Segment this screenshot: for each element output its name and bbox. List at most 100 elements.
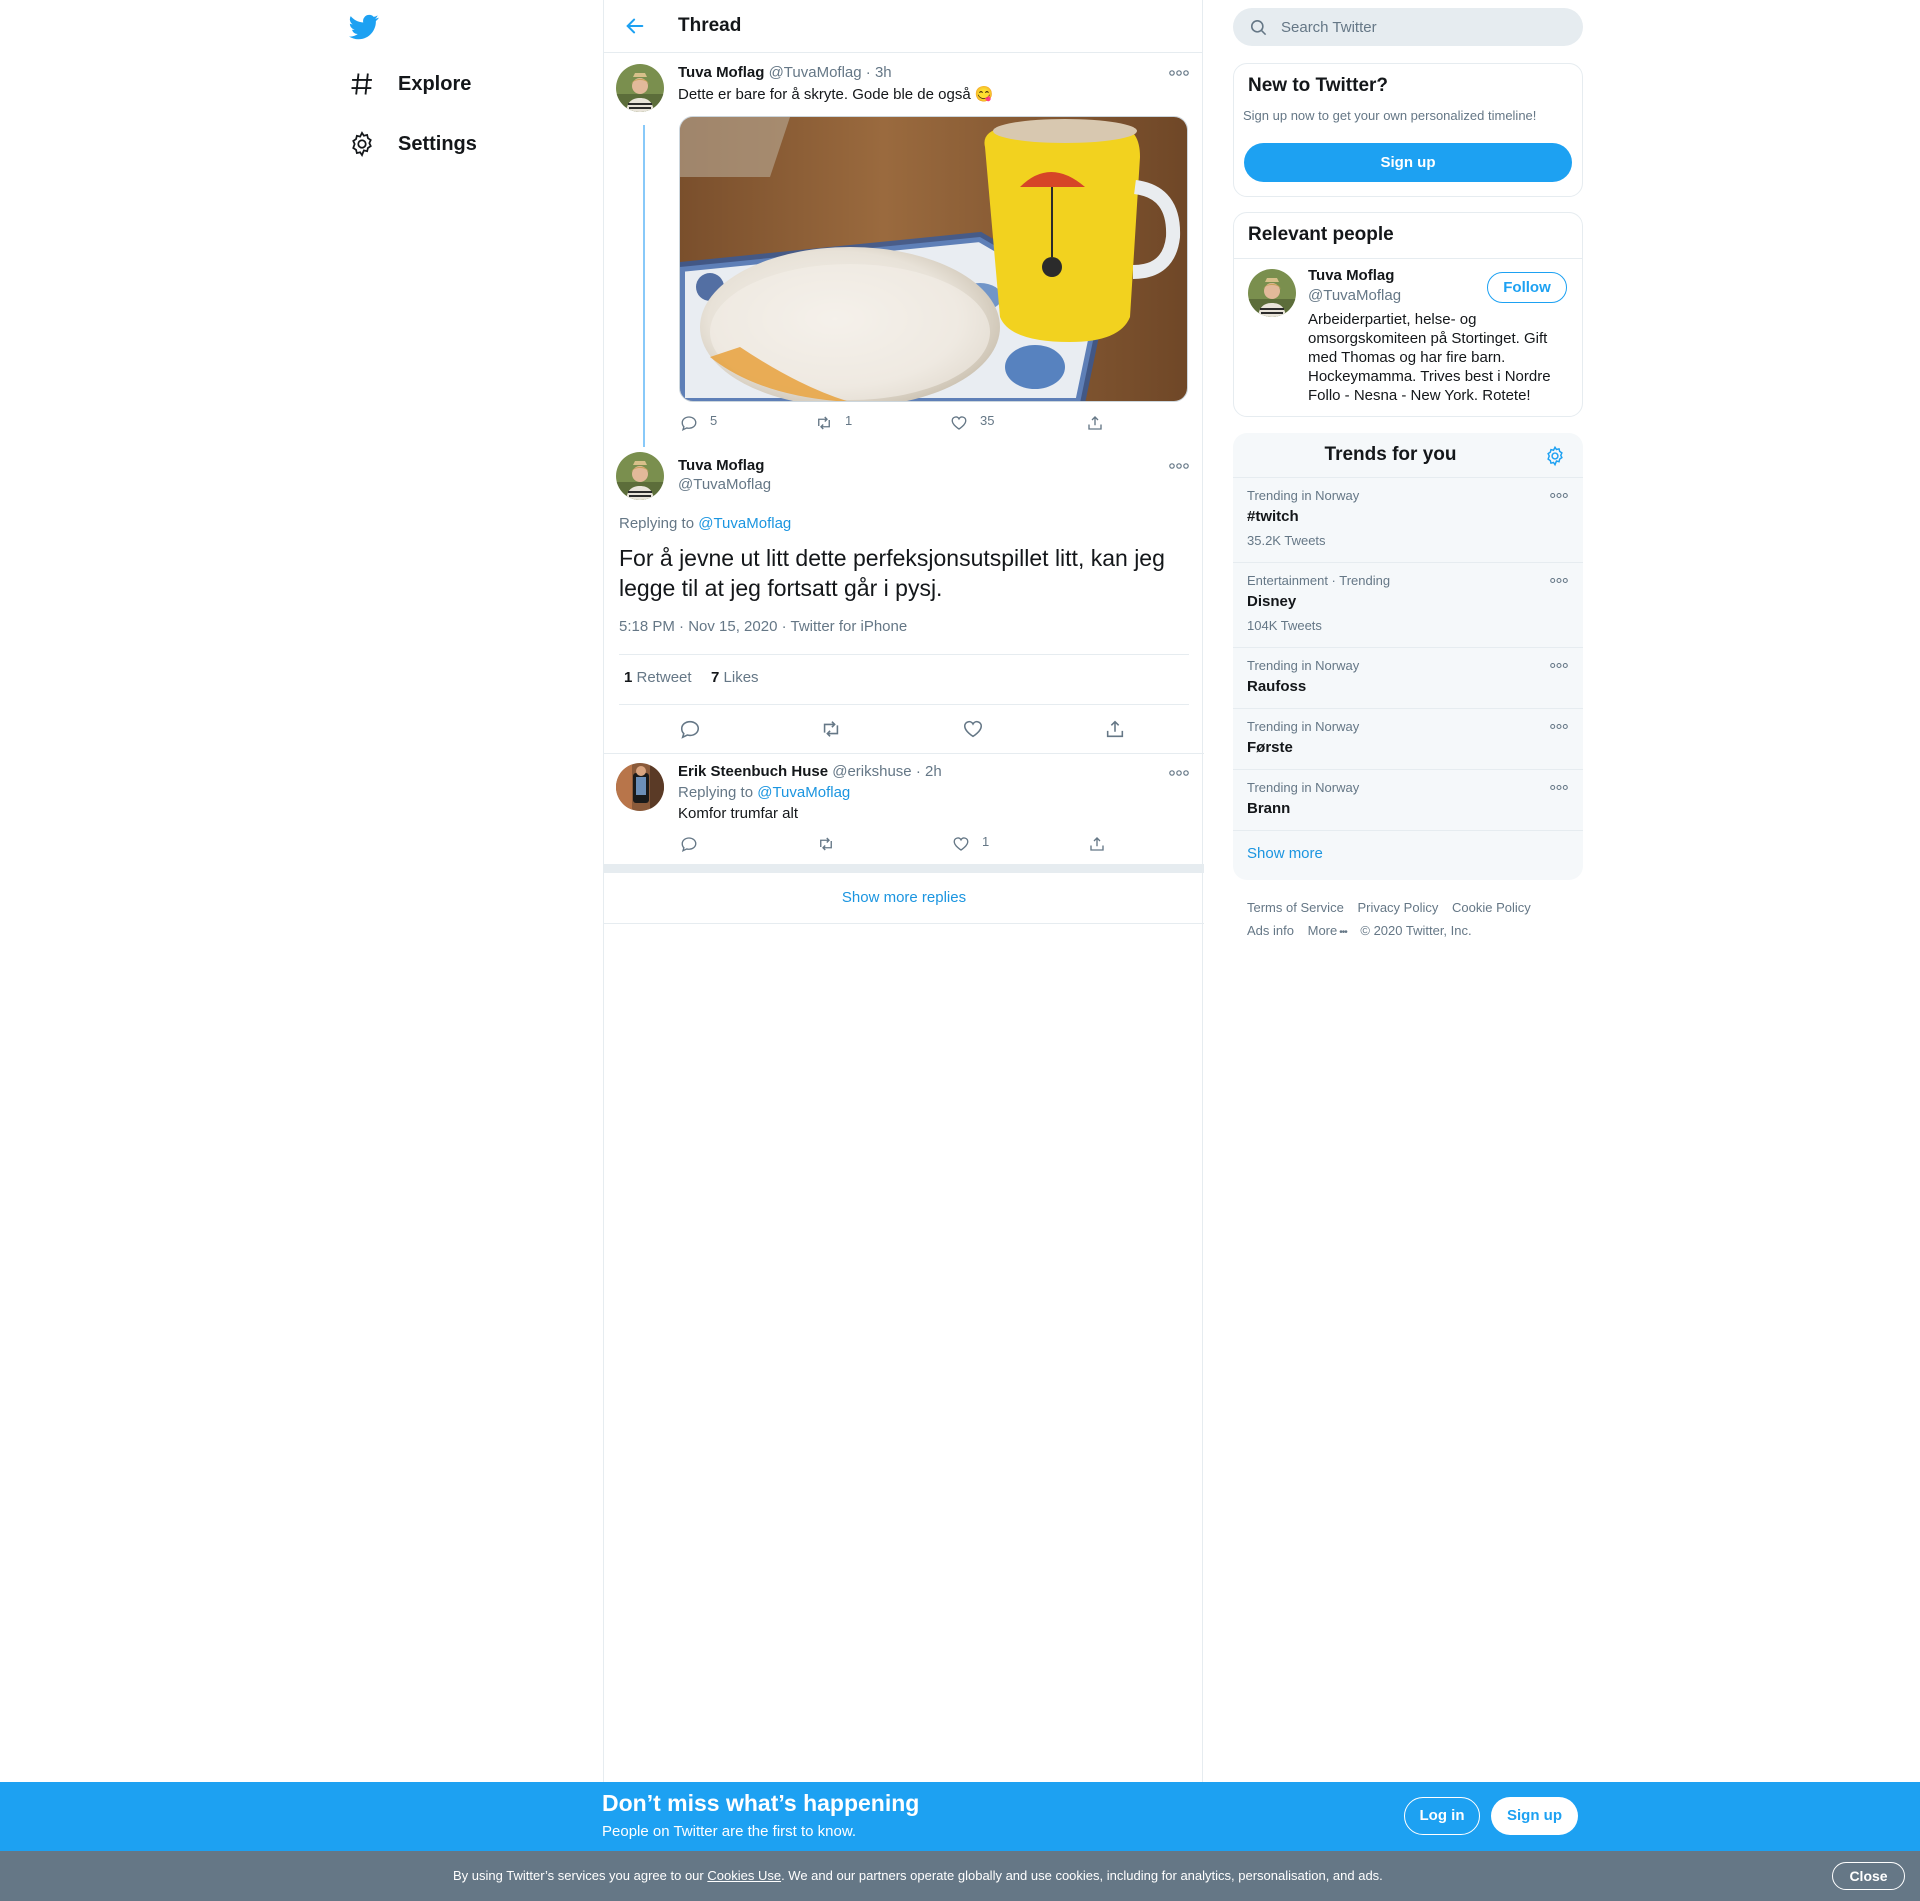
share-button[interactable] [1104, 718, 1126, 740]
like-count: 1 [982, 833, 990, 849]
retweet-icon [820, 718, 842, 740]
retweet-stat[interactable]: 1 Retweet [624, 669, 692, 686]
likes-label: Likes [723, 669, 759, 686]
more-options-icon[interactable] [1168, 461, 1190, 471]
show-more-replies-link[interactable]: Show more replies [604, 872, 1204, 924]
ads-info-link[interactable]: Ads info [1247, 923, 1294, 938]
tweet-time[interactable]: · 3h [866, 64, 892, 81]
more-dots-icon: ••• [1339, 927, 1347, 938]
share-icon [1104, 718, 1126, 740]
like-count: 35 [980, 412, 995, 428]
more-options-icon[interactable] [1549, 722, 1571, 732]
author-name[interactable]: Tuva Moflag [678, 457, 764, 474]
cookie-close-button[interactable]: Close [1832, 1862, 1905, 1890]
trend-name: #twitch [1247, 508, 1299, 525]
tweet-header: Tuva Moflag @TuvaMoflag · 3h [678, 64, 892, 81]
person-name[interactable]: Tuva Moflag [1308, 267, 1394, 284]
trend-name: Brann [1247, 800, 1291, 817]
reply-count: 5 [710, 412, 718, 428]
avatar[interactable] [616, 64, 664, 112]
trend-item[interactable]: Trending in Norway Raufoss [1233, 647, 1583, 708]
share-button[interactable] [1086, 414, 1104, 432]
gear-icon[interactable] [1544, 445, 1566, 467]
author-handle[interactable]: @TuvaMoflag [769, 64, 862, 81]
retweet-label: Retweet [636, 669, 692, 686]
avatar[interactable] [1248, 269, 1296, 317]
more-options-icon[interactable] [1549, 783, 1571, 793]
divider [619, 654, 1189, 655]
like-button[interactable] [962, 718, 984, 740]
trend-item[interactable]: Trending in Norway Første [1233, 708, 1583, 769]
sign-up-button[interactable]: Sign up [1244, 143, 1572, 182]
trend-name: Raufoss [1247, 678, 1307, 695]
trends-title: Trends for you [1324, 444, 1457, 465]
like-button[interactable]: 1 [952, 833, 990, 853]
privacy-link[interactable]: Privacy Policy [1357, 900, 1438, 915]
show-more-trends[interactable]: Show more [1233, 830, 1583, 880]
retweet-button[interactable] [820, 718, 842, 740]
heart-icon [962, 718, 984, 740]
trend-context: Trending in Norway [1247, 488, 1360, 503]
more-link[interactable]: More ••• [1307, 923, 1348, 938]
reply-icon [680, 835, 698, 853]
back-arrow-icon[interactable] [624, 15, 648, 39]
nav-item-explore[interactable]: Explore [348, 64, 471, 104]
focused-tweet: Tuva Moflag @TuvaMoflag Replying to @Tuv… [604, 449, 1204, 754]
avatar[interactable] [616, 452, 664, 500]
tweet-text: Dette er bare for å skryte. Gode ble de … [678, 86, 994, 103]
search-input[interactable] [1281, 8, 1571, 46]
nav-item-label: Explore [398, 72, 472, 95]
like-button[interactable]: 35 [950, 412, 995, 432]
show-more-link[interactable]: Show more [1247, 845, 1323, 862]
tweet-time[interactable]: · 2h [916, 763, 942, 780]
search-box[interactable] [1233, 8, 1583, 46]
terms-link[interactable]: Terms of Service [1247, 900, 1344, 915]
author-handle[interactable]: @TuvaMoflag [678, 476, 771, 493]
likes-stat[interactable]: 7 Likes [711, 669, 759, 686]
parent-tweet[interactable]: Tuva Moflag @TuvaMoflag · 3h Dette er ba… [604, 54, 1204, 449]
author-name[interactable]: Tuva Moflag [678, 64, 764, 81]
more-options-icon[interactable] [1168, 768, 1190, 778]
reply-button[interactable] [679, 718, 701, 740]
hashtag-icon [348, 70, 376, 98]
trend-item[interactable]: Trending in Norway Brann [1233, 769, 1583, 830]
avatar[interactable] [616, 763, 664, 811]
replying-handle-link[interactable]: @TuvaMoflag [757, 784, 850, 801]
cookies-use-link[interactable]: Cookies Use [707, 1868, 781, 1883]
retweet-button[interactable] [817, 835, 847, 853]
author-name[interactable]: Erik Steenbuch Huse [678, 763, 828, 780]
twitter-bird-icon[interactable] [348, 12, 380, 42]
more-options-icon[interactable] [1549, 661, 1571, 671]
follow-button[interactable]: Follow [1487, 272, 1567, 303]
nav-item-settings[interactable]: Settings [348, 124, 477, 164]
banner-sign-up-button[interactable]: Sign up [1491, 1797, 1578, 1835]
person-handle[interactable]: @TuvaMoflag [1308, 287, 1401, 304]
login-button[interactable]: Log in [1404, 1797, 1480, 1835]
more-options-icon[interactable] [1549, 576, 1571, 586]
trend-item[interactable]: Entertainment · Trending Disney 104K Twe… [1233, 562, 1583, 647]
tweet-text: Komfor trumfar alt [678, 805, 799, 822]
replying-handle-link[interactable]: @TuvaMoflag [698, 515, 791, 532]
tweet-timestamp[interactable]: 5:18 PM · Nov 15, 2020 · Twitter for iPh… [619, 618, 907, 635]
cookie-prefix: By using Twitter’s services you agree to… [453, 1868, 704, 1883]
reply-button[interactable] [680, 835, 710, 853]
tweet-photo[interactable] [679, 116, 1188, 402]
more-label: More [1307, 923, 1338, 938]
trend-name: Første [1247, 739, 1293, 756]
more-options-icon[interactable] [1549, 491, 1571, 501]
cookie-policy-link[interactable]: Cookie Policy [1452, 900, 1531, 915]
trend-count: 35.2K Tweets [1247, 533, 1326, 548]
reply-tweet[interactable]: Erik Steenbuch Huse @erikshuse · 2h Repl… [604, 754, 1204, 864]
trend-item[interactable]: Trending in Norway #twitch 35.2K Tweets [1233, 477, 1583, 562]
reply-icon [680, 414, 698, 432]
tweet-text: For å jevne ut litt dette perfeksjonsuts… [619, 545, 1165, 601]
trends-panel: Trends for you Trending in Norway #twitc… [1233, 433, 1583, 880]
author-handle[interactable]: @erikshuse [832, 763, 911, 780]
retweet-button[interactable]: 1 [815, 413, 852, 432]
reply-button[interactable]: 5 [680, 412, 718, 432]
replying-to: Replying to @TuvaMoflag [678, 784, 850, 801]
share-icon [1088, 835, 1106, 853]
more-options-icon[interactable] [1168, 68, 1190, 78]
share-button[interactable] [1088, 835, 1106, 853]
tweet-header: Erik Steenbuch Huse @erikshuse · 2h [678, 763, 942, 780]
